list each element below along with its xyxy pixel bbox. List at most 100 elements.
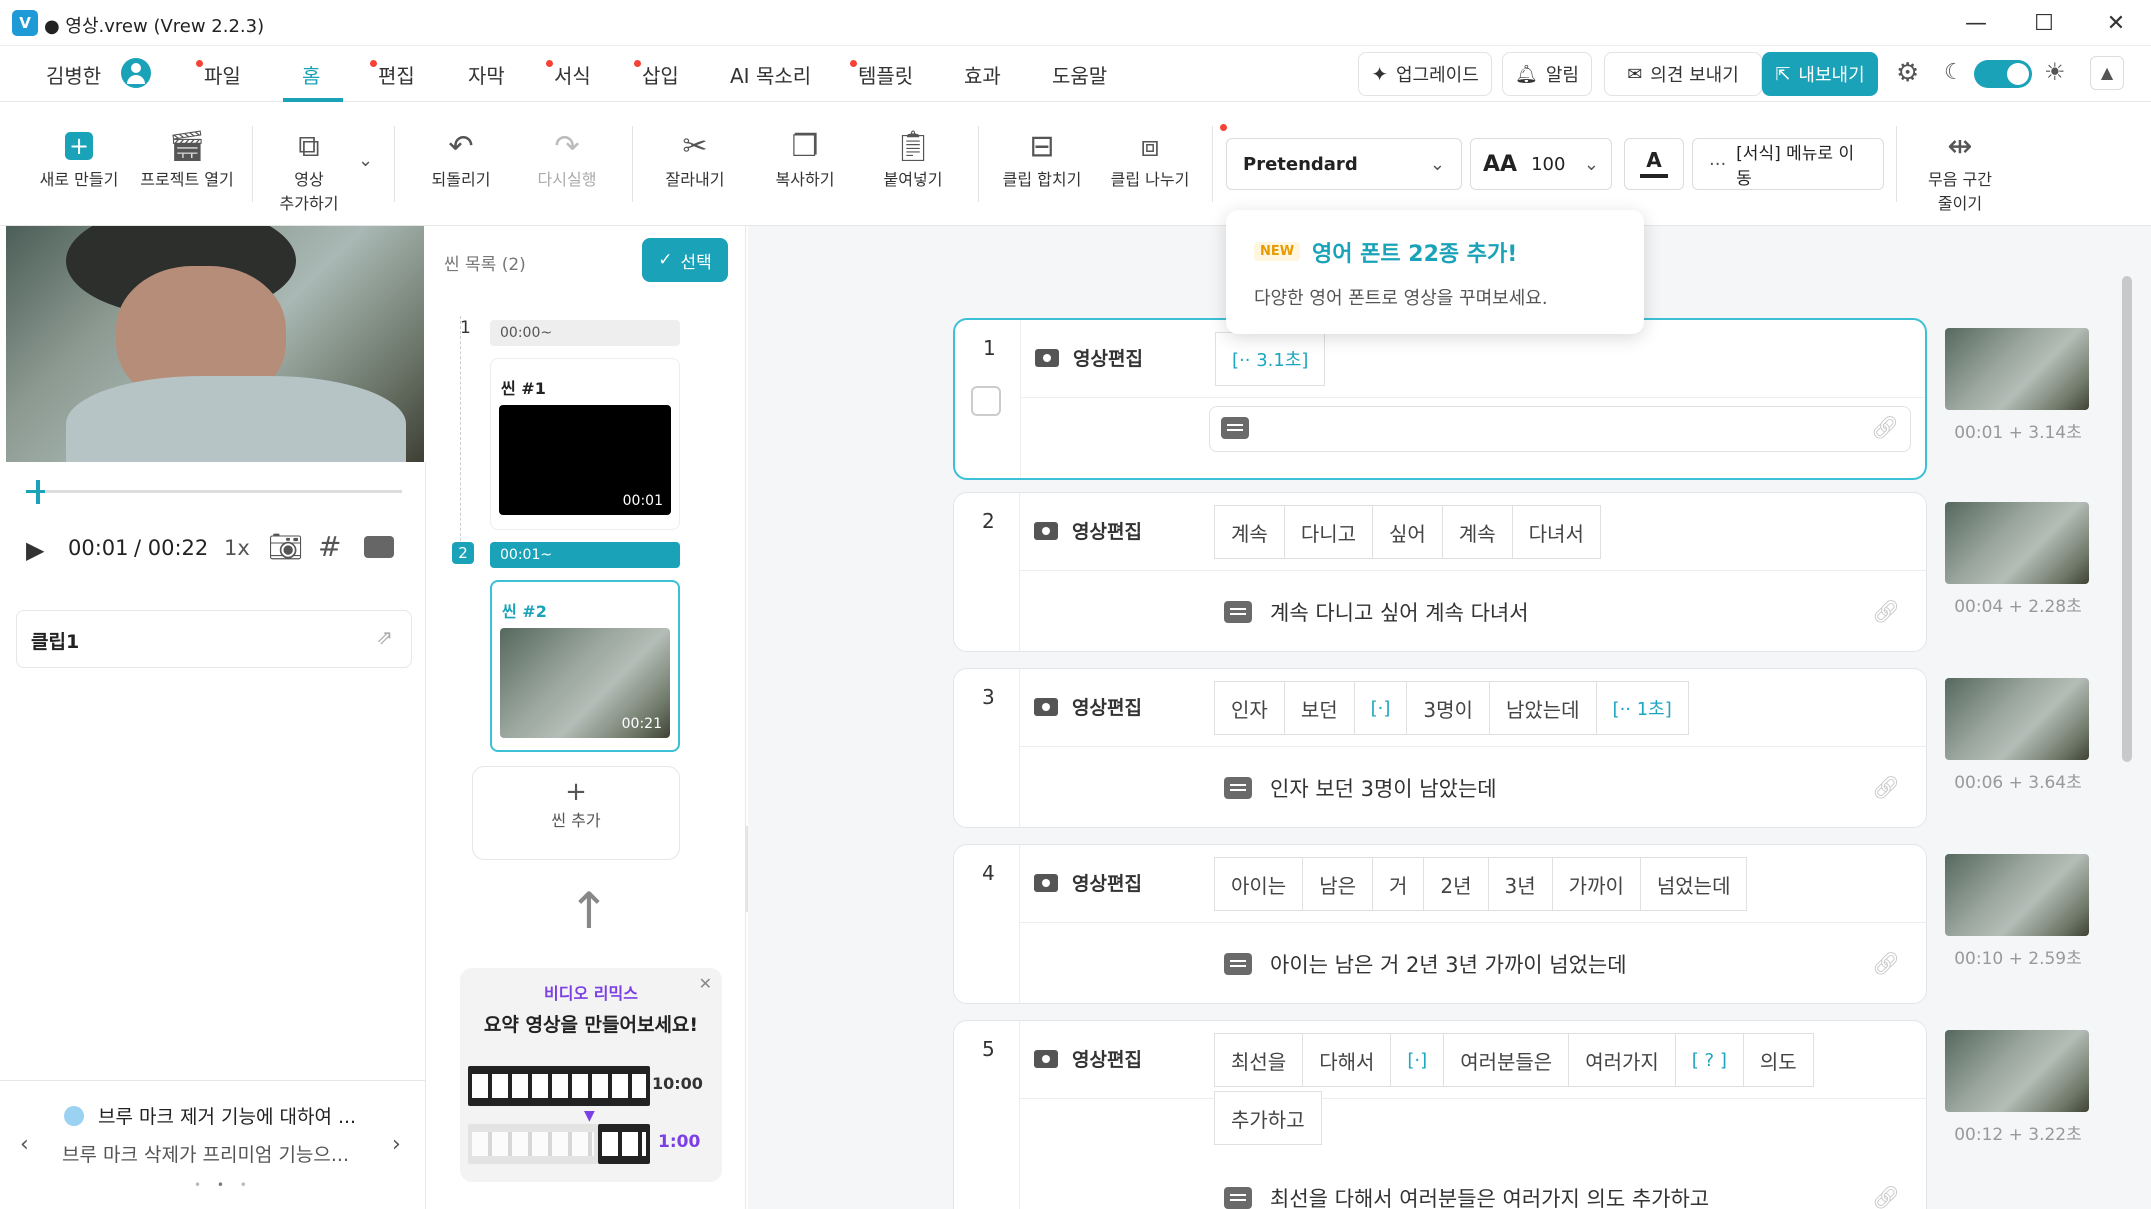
video-preview[interactable] xyxy=(6,226,424,462)
avatar-icon[interactable] xyxy=(121,58,151,88)
paste-button[interactable]: 📋︎ 붙여넣기 xyxy=(872,126,954,190)
subtitle-text[interactable]: 아이는 남은 거 2년 3년 가까이 넘었는데 xyxy=(1270,949,1627,979)
close-icon[interactable]: ✕ xyxy=(2086,4,2146,42)
word-chip[interactable]: 아이는 xyxy=(1214,857,1304,911)
link-icon[interactable]: 🔗︎ xyxy=(1872,1186,1900,1209)
word-chip[interactable]: 계속 xyxy=(1441,505,1513,559)
seek-bar[interactable] xyxy=(26,490,402,493)
font-color-button[interactable]: A xyxy=(1624,138,1684,190)
subtitle-text[interactable]: 계속 다니고 싶어 계속 다녀서 xyxy=(1270,597,1529,627)
notice-title[interactable]: 브루 마크 제거 기능에 대하여 ... xyxy=(98,1102,356,1129)
speed-button[interactable]: 1x xyxy=(224,536,250,560)
word-chip[interactable]: 3명이 xyxy=(1406,681,1490,735)
external-link-icon[interactable]: ⇗ xyxy=(376,625,393,649)
word-chip[interactable]: 최선을 xyxy=(1214,1033,1304,1087)
gear-icon[interactable]: ⚙ xyxy=(1896,58,1919,88)
word-chip[interactable]: 다해서 xyxy=(1302,1033,1392,1087)
link-icon[interactable]: 🔗︎ xyxy=(1872,600,1900,625)
reduce-silence-button[interactable]: ⇹ 무음 구간 줄이기 xyxy=(1918,126,2002,214)
menu-format[interactable]: 서식 xyxy=(546,60,591,89)
video-remix-card[interactable]: ✕ 비디오 리믹스 요약 영상을 만들어보세요! 10:00 ▼ 1:00 xyxy=(460,968,722,1182)
subtitle-row[interactable]: 🔗︎ xyxy=(1021,398,1925,458)
add-scene-button[interactable]: + 씬 추가 xyxy=(472,766,680,860)
close-icon[interactable]: ✕ xyxy=(699,974,712,993)
word-chip[interactable]: 보던 xyxy=(1283,681,1355,735)
word-chip[interactable]: 남았는데 xyxy=(1488,681,1597,735)
clip-card[interactable]: 2 영상편집 계속 다니고 싶어 계속 다녀서 계속 다니고 싶어 계속 다녀서 🔗︎ xyxy=(953,492,1927,652)
new-project-button[interactable]: + 새로 만들기 xyxy=(38,126,120,190)
clip-thumbnail[interactable] xyxy=(1945,328,2089,410)
clip-thumbnail[interactable] xyxy=(1945,854,2089,936)
subtitle-text[interactable]: 최선을 다해서 여러분들은 여러가지 의도 추가하고 xyxy=(1270,1183,1709,1209)
export-button[interactable]: ⇱ 내보내기 xyxy=(1762,52,1878,96)
copy-button[interactable]: ❐ 복사하기 xyxy=(764,126,846,190)
subtitle-row[interactable]: 계속 다니고 싶어 계속 다녀서 🔗︎ xyxy=(1020,571,1926,653)
subtitle-input[interactable] xyxy=(1209,406,1911,452)
word-chip[interactable]: 인자 xyxy=(1214,681,1285,735)
pause-chip[interactable]: [ ? ] xyxy=(1674,1033,1744,1087)
font-size-select[interactable]: AA 100 ⌄ xyxy=(1470,138,1612,190)
clip-checkbox[interactable] xyxy=(971,386,1001,416)
notice-desc[interactable]: 브루 마크 삭제가 프리미엄 기능으... xyxy=(62,1140,349,1167)
scene-card-1[interactable]: 씬 #1 00:01 xyxy=(490,358,680,530)
play-icon[interactable]: ▶ xyxy=(26,536,44,564)
word-chip[interactable]: 계속 xyxy=(1214,505,1285,559)
subtitle-row[interactable]: 인자 보던 3명이 남았는데 🔗︎ xyxy=(1020,747,1926,829)
clip-card[interactable]: 4 영상편집 아이는 남은 거 2년 3년 가까이 넘었는데 아이는 남은 거 2년 3년 가까이… xyxy=(953,844,1927,1004)
word-chip[interactable]: 의도 xyxy=(1742,1033,1814,1087)
word-chip[interactable]: 여러가지 xyxy=(1568,1033,1676,1087)
font-select[interactable]: Pretendard ⌄ xyxy=(1226,138,1462,190)
clip-card[interactable]: 1 영상편집 [·· 3.1초] 🔗︎ xyxy=(953,318,1927,480)
chevron-right-icon[interactable]: › xyxy=(392,1132,401,1157)
split-clip-button[interactable]: ⧈ 클립 나누기 xyxy=(1108,126,1192,190)
alarm-button[interactable]: 🔔︎ 알림 xyxy=(1502,52,1592,96)
redo-button[interactable]: ↷ 다시실행 xyxy=(526,126,608,190)
word-chip[interactable]: 거 xyxy=(1372,857,1425,911)
subtitle-text[interactable]: 인자 보던 3명이 남았는데 xyxy=(1270,773,1497,803)
subtitle-row[interactable]: 최선을 다해서 여러분들은 여러가지 의도 추가하고 🔗︎ xyxy=(1020,1157,1926,1209)
open-project-button[interactable]: 🎬︎ 프로젝트 열기 xyxy=(138,126,236,190)
chevron-left-icon[interactable]: ‹ xyxy=(20,1132,29,1157)
menu-effect[interactable]: 효과 xyxy=(964,60,1001,89)
new-font-popup[interactable]: NEW 영어 폰트 22종 추가! 다양한 영어 폰트로 영상을 꾸며보세요. xyxy=(1226,210,1644,334)
word-chip[interactable]: 남은 xyxy=(1302,857,1374,911)
undo-button[interactable]: ↶ 되돌리기 xyxy=(420,126,502,190)
pause-chip[interactable]: [·· 1초] xyxy=(1595,681,1689,735)
subtitle-row[interactable]: 아이는 남은 거 2년 3년 가까이 넘었는데 🔗︎ xyxy=(1020,923,1926,1005)
collapse-toolbar-icon[interactable]: ▲ xyxy=(2090,56,2124,90)
pause-chip[interactable]: [·] xyxy=(1390,1033,1445,1087)
upgrade-button[interactable]: ✦ 업그레이드 xyxy=(1358,52,1492,96)
word-chip[interactable]: 다니고 xyxy=(1283,505,1374,559)
maximize-icon[interactable]: ☐ xyxy=(2014,4,2074,42)
pause-chip[interactable]: [·· 3.1초] xyxy=(1215,332,1326,386)
pause-chip[interactable]: [·] xyxy=(1353,681,1408,735)
feedback-button[interactable]: ✉ 의견 보내기 xyxy=(1604,52,1762,96)
theme-toggle[interactable] xyxy=(1974,60,2032,88)
camera-icon[interactable]: 📷︎ xyxy=(268,530,304,563)
menu-template[interactable]: 템플릿 xyxy=(849,60,913,89)
cut-button[interactable]: ✂ 잘라내기 xyxy=(654,126,736,190)
word-chip[interactable]: 추가하고 xyxy=(1214,1091,1322,1145)
link-icon[interactable]: 🔗︎ xyxy=(1872,952,1900,977)
word-chip[interactable]: 다녀서 xyxy=(1511,505,1601,559)
clip-thumbnail[interactable] xyxy=(1945,1030,2089,1112)
menu-help[interactable]: 도움말 xyxy=(1052,60,1107,89)
word-chip[interactable]: 가까이 xyxy=(1551,857,1641,911)
chevron-down-icon[interactable]: ⌄ xyxy=(358,150,373,171)
word-chip[interactable]: 2년 xyxy=(1423,857,1489,911)
menu-home[interactable]: 홈 xyxy=(302,60,320,89)
menu-edit[interactable]: 편집 xyxy=(370,60,415,89)
grid-icon[interactable]: # xyxy=(318,530,341,563)
word-chip[interactable]: 여러분들은 xyxy=(1443,1033,1570,1087)
clip-card[interactable]: 클립1 ⇗ xyxy=(16,610,412,668)
add-video-button[interactable]: ⧉ 영상 추가하기 xyxy=(272,126,346,214)
clip-thumbnail[interactable] xyxy=(1945,678,2089,760)
format-menu-button[interactable]: ··· [서식] 메뉴로 이동 xyxy=(1692,138,1884,190)
menu-ai-voice[interactable]: AI 목소리 xyxy=(730,60,811,89)
menu-file[interactable]: 파일 xyxy=(196,60,241,89)
scene-card-2[interactable]: 씬 #2 00:21 xyxy=(490,580,680,752)
clip-card[interactable]: 3 영상편집 인자 보던 [·] 3명이 남았는데 [·· 1초] 인자 보던 3명이 남았는데… xyxy=(953,668,1927,828)
word-chip[interactable]: 3년 xyxy=(1487,857,1553,911)
word-chip[interactable]: 싶어 xyxy=(1372,505,1443,559)
seek-handle[interactable] xyxy=(36,480,40,504)
